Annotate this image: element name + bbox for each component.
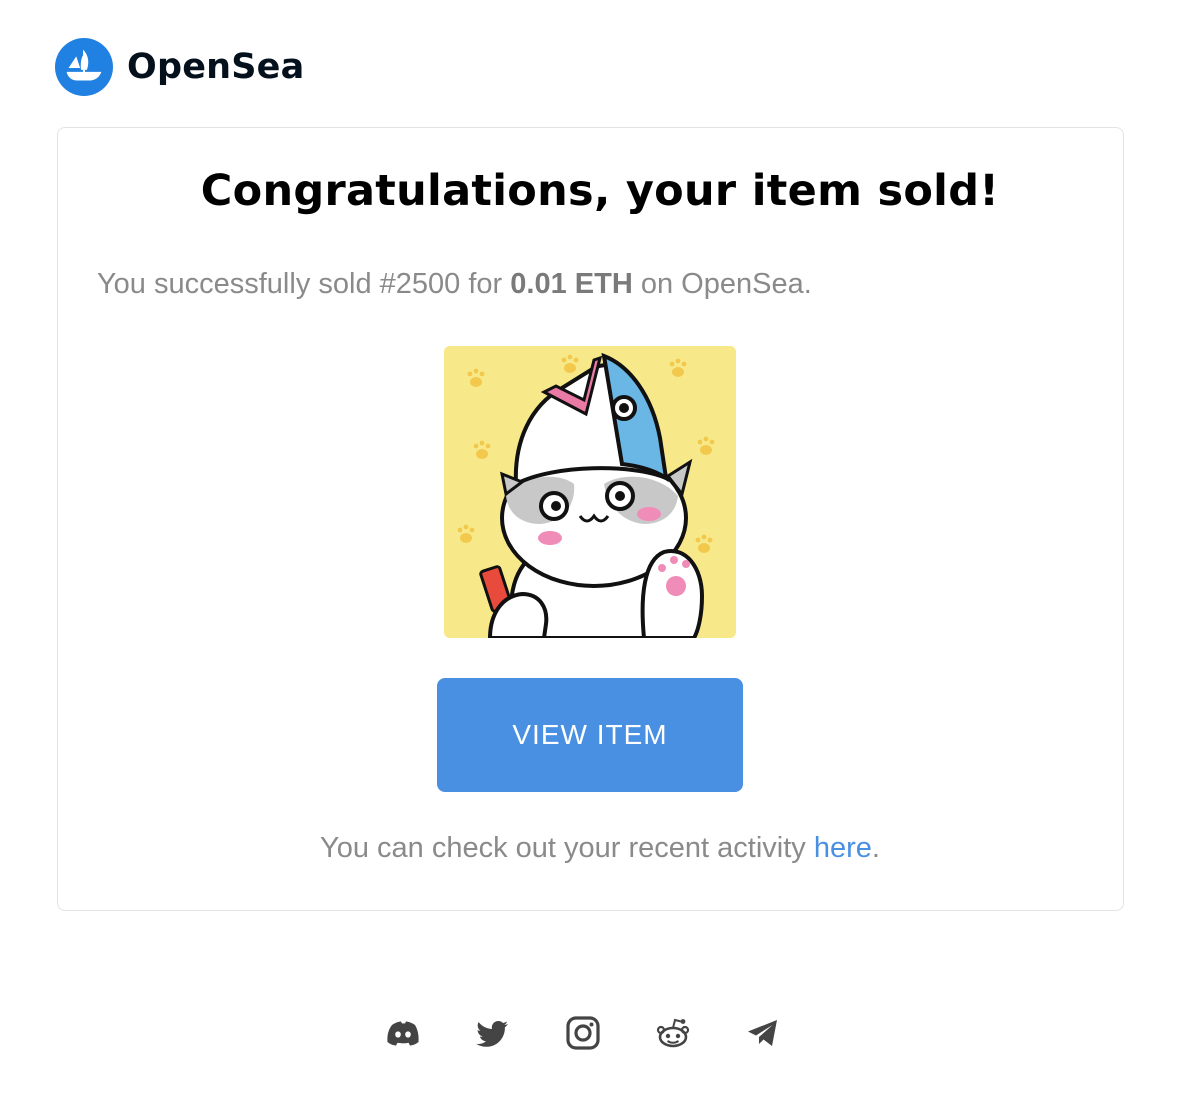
opensea-brand-link[interactable]: OpenSea (55, 38, 304, 96)
cat-nft-artwork-icon (444, 346, 736, 638)
telegram-icon (748, 1020, 777, 1046)
instagram-link[interactable] (563, 1013, 603, 1053)
email-page: OpenSea Congratulations, your item sold!… (0, 0, 1200, 1110)
activity-text: You can check out your recent activity (320, 832, 806, 864)
sale-price: 0.01 ETH (510, 268, 633, 300)
sale-prefix: You successfully sold (97, 268, 372, 300)
sale-item-name: #2500 (379, 268, 461, 300)
activity-line: You can check out your recent activity h… (0, 832, 1200, 865)
instagram-icon (566, 1016, 600, 1050)
discord-icon (387, 1021, 419, 1046)
item-image[interactable] (444, 346, 736, 638)
social-links (383, 1013, 783, 1053)
activity-here-link[interactable]: here (814, 832, 872, 864)
reddit-icon (656, 1018, 690, 1048)
twitter-icon (476, 1021, 508, 1047)
brand-name: OpenSea (127, 47, 305, 87)
headline: Congratulations, your item sold! (200, 166, 1000, 216)
sale-for-word: for (468, 268, 503, 300)
view-item-button[interactable]: VIEW ITEM (437, 678, 743, 792)
twitter-link[interactable] (473, 1013, 513, 1053)
sale-suffix: on OpenSea. (640, 268, 812, 300)
reddit-link[interactable] (653, 1013, 693, 1053)
sale-summary: You successfully sold #2500 for 0.01 ETH… (97, 268, 812, 301)
discord-link[interactable] (383, 1013, 423, 1053)
opensea-logo-icon (55, 38, 113, 96)
telegram-link[interactable] (743, 1013, 783, 1053)
activity-trailing-period: . (871, 832, 880, 864)
